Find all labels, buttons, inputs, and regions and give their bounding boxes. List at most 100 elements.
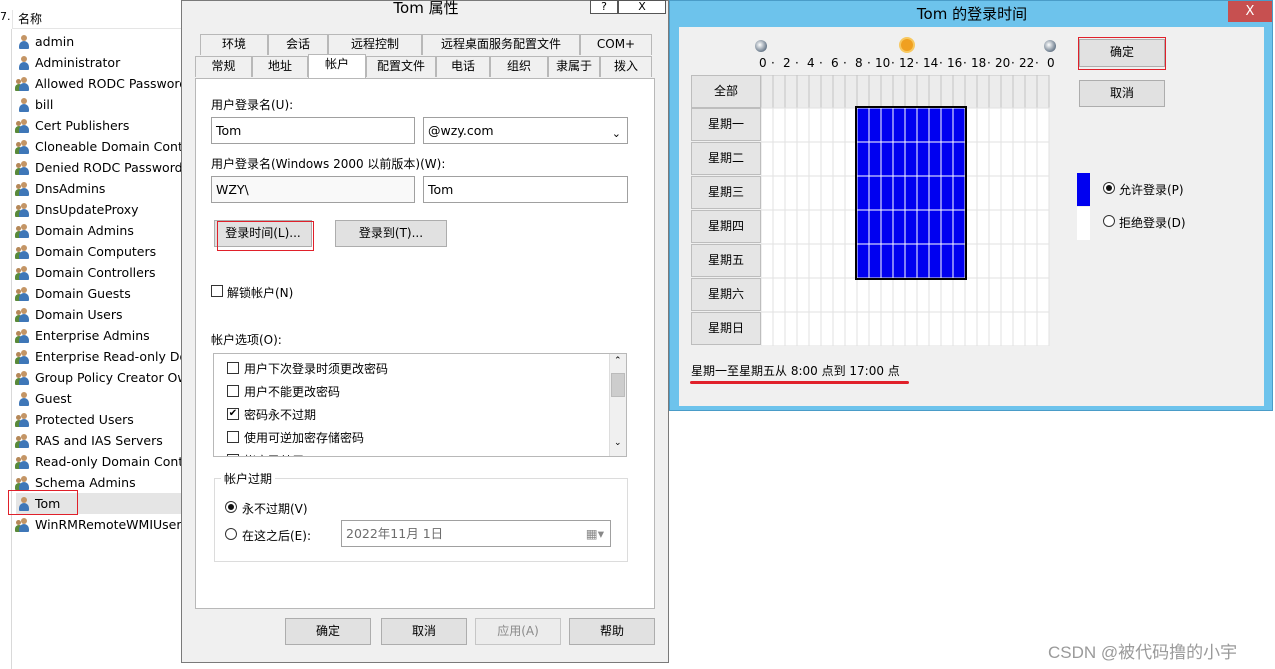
group-icon bbox=[15, 412, 32, 428]
option-checkbox[interactable]: ✔ bbox=[227, 408, 239, 420]
user-list-item[interactable]: DnsUpdateProxy bbox=[15, 199, 182, 220]
user-list-item[interactable]: Enterprise Admins bbox=[15, 325, 182, 346]
tab-profile[interactable]: 配置文件 bbox=[366, 56, 436, 77]
hours-grid[interactable] bbox=[761, 75, 1051, 346]
user-list-item[interactable]: Group Policy Creator Ow bbox=[15, 367, 182, 388]
hour-column-button bbox=[928, 75, 942, 109]
column-header-name[interactable]: 名称 bbox=[12, 10, 182, 29]
day-button[interactable]: 星期五 bbox=[691, 244, 761, 277]
user-list-item[interactable]: WinRMRemoteWMIUsers bbox=[15, 514, 182, 535]
tab-account[interactable]: 帐户 bbox=[308, 54, 366, 78]
user-list-item[interactable]: Domain Computers bbox=[15, 241, 182, 262]
user-list-item[interactable]: Cert Publishers bbox=[15, 115, 182, 136]
tab-telephones[interactable]: 电话 bbox=[436, 56, 490, 77]
hour-cell bbox=[988, 107, 1002, 143]
hour-cell bbox=[988, 277, 1002, 313]
day-button[interactable]: 星期六 bbox=[691, 278, 761, 311]
option-checkbox[interactable] bbox=[227, 385, 239, 397]
close-button[interactable]: X bbox=[1228, 1, 1272, 22]
tab-remote-control[interactable]: 远程控制 bbox=[328, 34, 422, 55]
user-list-item[interactable]: RAS and IAS Servers bbox=[15, 430, 182, 451]
allow-radio[interactable] bbox=[1103, 182, 1115, 194]
day-button[interactable]: 星期三 bbox=[691, 176, 761, 209]
scroll-thumb[interactable] bbox=[611, 373, 625, 397]
domain-combo[interactable]: @wzy.com ⌄ bbox=[423, 117, 628, 144]
options-scrollbar[interactable]: ⌃ ⌄ bbox=[609, 354, 626, 456]
user-list-item[interactable]: Domain Controllers bbox=[15, 262, 182, 283]
hour-cell bbox=[1000, 175, 1014, 211]
cancel-button[interactable]: 取消 bbox=[381, 618, 467, 645]
user-name: Domain Guests bbox=[35, 286, 131, 301]
day-button[interactable]: 星期二 bbox=[691, 142, 761, 175]
user-list-item[interactable]: admin bbox=[16, 31, 182, 52]
day-button[interactable]: 星期一 bbox=[691, 108, 761, 141]
user-list-item[interactable]: Guest bbox=[16, 388, 182, 409]
hour-cell bbox=[856, 277, 870, 313]
group-icon bbox=[15, 349, 32, 365]
pre2000-name-input[interactable]: Tom bbox=[423, 176, 628, 203]
user-list-item[interactable]: Allowed RODC Password bbox=[15, 73, 182, 94]
hour-cell bbox=[820, 243, 834, 279]
tab-general[interactable]: 常规 bbox=[195, 56, 252, 77]
hour-column-button bbox=[832, 75, 846, 109]
hour-cell bbox=[772, 107, 786, 143]
calendar-icon[interactable]: ▦▾ bbox=[586, 521, 604, 546]
hour-cell bbox=[761, 277, 774, 313]
logon-name-input[interactable]: Tom bbox=[211, 117, 415, 144]
tab-rds-profile[interactable]: 远程桌面服务配置文件 bbox=[422, 34, 580, 55]
scroll-up-icon[interactable]: ⌃ bbox=[614, 356, 622, 366]
help-titlebar-button[interactable]: ? bbox=[590, 0, 618, 14]
option-checkbox[interactable] bbox=[227, 362, 239, 374]
help-button[interactable]: 帮助 bbox=[569, 618, 655, 645]
hour-separator: · bbox=[1011, 56, 1015, 70]
day-button[interactable]: 星期日 bbox=[691, 312, 761, 345]
hour-cell bbox=[796, 141, 810, 177]
hour-cell bbox=[940, 243, 954, 279]
close-titlebar-button[interactable]: X bbox=[618, 0, 666, 14]
never-expires-radio[interactable] bbox=[225, 501, 237, 513]
tab-address[interactable]: 地址 bbox=[252, 56, 308, 77]
user-list-item[interactable]: Domain Guests bbox=[15, 283, 182, 304]
tab-com-plus[interactable]: COM+ bbox=[580, 34, 652, 55]
hour-column-button bbox=[904, 75, 918, 109]
scroll-down-icon[interactable]: ⌄ bbox=[614, 438, 622, 448]
user-list-item[interactable]: bill bbox=[16, 94, 182, 115]
option-checkbox[interactable] bbox=[227, 431, 239, 443]
ok-button[interactable]: 确定 bbox=[285, 618, 371, 645]
hour-cell bbox=[1024, 141, 1038, 177]
apply-button[interactable]: 应用(A) bbox=[475, 618, 561, 645]
user-list-item[interactable]: DnsAdmins bbox=[15, 178, 182, 199]
hour-column-button bbox=[880, 75, 894, 109]
hours-cancel-button[interactable]: 取消 bbox=[1079, 80, 1165, 107]
logon-name-label: 用户登录名(U): bbox=[211, 98, 294, 112]
user-list-item[interactable]: Protected Users bbox=[15, 409, 182, 430]
user-list-item[interactable]: Administrator bbox=[16, 52, 182, 73]
tab-environment[interactable]: 环境 bbox=[200, 34, 268, 55]
options-listbox[interactable]: 用户下次登录时须更改密码用户不能更改密码 ✔ 密码永不过期使用可逆加密存储密码帐户已… bbox=[213, 353, 627, 457]
deny-radio[interactable] bbox=[1103, 215, 1115, 227]
hour-cell bbox=[916, 277, 930, 313]
user-list-item[interactable]: Denied RODC Password bbox=[15, 157, 182, 178]
chevron-down-icon[interactable]: ⌄ bbox=[612, 121, 621, 146]
unlock-checkbox[interactable] bbox=[211, 285, 223, 297]
all-button[interactable]: 全部 bbox=[691, 75, 761, 108]
tab-organization[interactable]: 组织 bbox=[490, 56, 548, 77]
user-name: Domain Computers bbox=[35, 244, 157, 259]
logon-to-button[interactable]: 登录到(T)... bbox=[335, 220, 447, 247]
tab-dial-in[interactable]: 拨入 bbox=[600, 56, 652, 77]
tab-sessions[interactable]: 会话 bbox=[268, 34, 328, 55]
user-list-item[interactable]: Read-only Domain Contr bbox=[15, 451, 182, 472]
day-button[interactable]: 星期四 bbox=[691, 210, 761, 243]
user-list-item[interactable]: Enterprise Read-only Do bbox=[15, 346, 182, 367]
end-of-radio[interactable] bbox=[225, 528, 237, 540]
hour-cell bbox=[796, 175, 810, 211]
hour-cell bbox=[784, 175, 798, 211]
hour-cell bbox=[952, 107, 966, 143]
user-list-item[interactable]: Domain Admins bbox=[15, 220, 182, 241]
option-checkbox[interactable] bbox=[227, 454, 239, 456]
user-list-item[interactable]: Cloneable Domain Contr bbox=[15, 136, 182, 157]
hour-separator: · bbox=[795, 56, 799, 70]
tab-member-of[interactable]: 隶属于 bbox=[548, 56, 600, 77]
date-picker[interactable]: 2022年11月 1日 ▦▾ bbox=[341, 520, 611, 547]
user-list-item[interactable]: Domain Users bbox=[15, 304, 182, 325]
